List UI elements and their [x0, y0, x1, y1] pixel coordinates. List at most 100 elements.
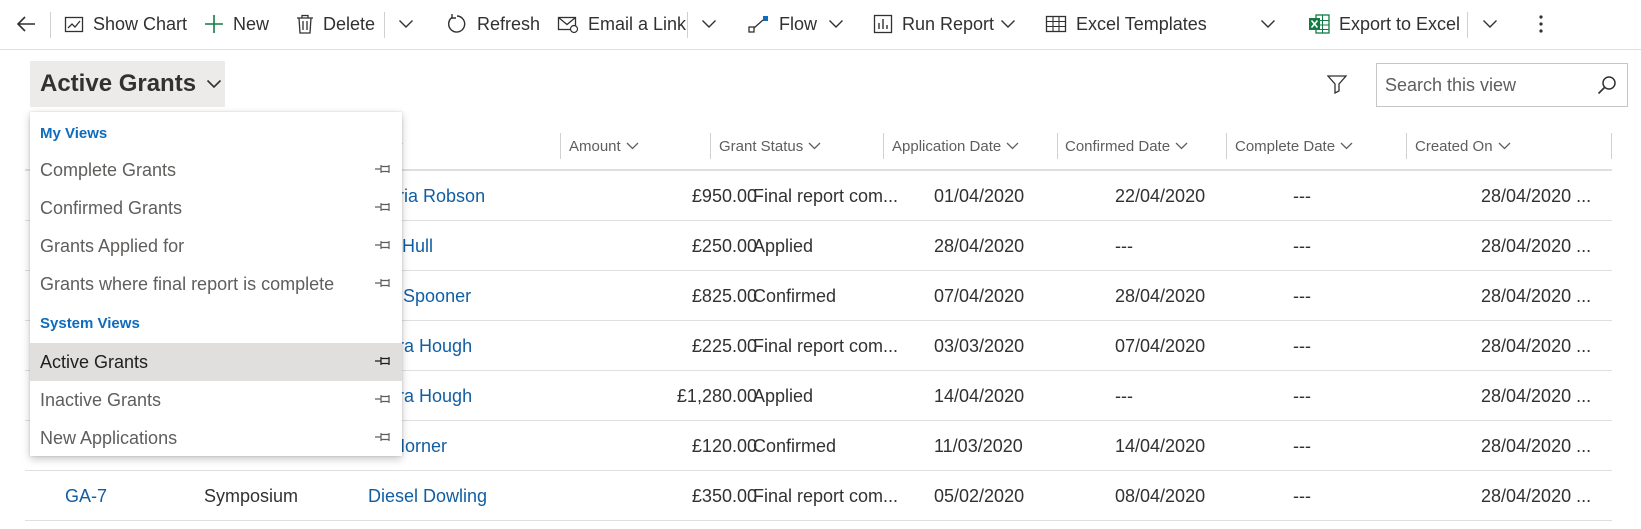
flow-icon [748, 16, 768, 33]
chevron-down-icon [1175, 142, 1188, 150]
views-dropdown: My Views Complete Grants Confirmed Grant… [30, 112, 402, 456]
filter-icon [1326, 75, 1348, 95]
column-divider[interactable] [710, 133, 711, 159]
confirmed-date-cell: --- [1115, 235, 1133, 256]
column-header-complete-date[interactable]: Complete Date [1235, 125, 1353, 167]
chevron-down-icon [702, 20, 716, 28]
created-on-cell: 28/04/2020 ... [1481, 435, 1592, 456]
column-header-created-on[interactable]: Created On [1415, 125, 1511, 167]
filter-button[interactable] [1326, 74, 1348, 99]
table-row[interactable]: GA-7 Symposium Diesel Dowling £350.00 Fi… [25, 471, 1612, 521]
grant-id-link[interactable]: GA-7 [65, 471, 185, 521]
run-report-button[interactable]: Run Report [873, 0, 994, 48]
column-header-label: Confirmed Date [1065, 137, 1171, 155]
chevron-down-icon [808, 142, 821, 150]
excel-templates-icon [1045, 15, 1067, 33]
complete-date-cell: --- [1293, 185, 1311, 206]
view-option-confirmed-grants[interactable]: Confirmed Grants [30, 189, 402, 227]
refresh-button[interactable]: Refresh [446, 0, 540, 48]
export-excel-chevron[interactable] [1482, 0, 1498, 48]
command-bar: Show Chart New Delete Refresh Email a Li… [0, 0, 1641, 50]
column-divider[interactable] [1057, 133, 1058, 159]
contact-link[interactable]: Diesel Dowling [368, 471, 548, 521]
grant-status-cell: Final report com... [753, 335, 899, 356]
export-excel-label: Export to Excel [1339, 13, 1461, 34]
search-icon[interactable] [1597, 75, 1617, 95]
complete-date-cell: --- [1293, 385, 1311, 406]
view-selector-button[interactable]: Active Grants [30, 61, 225, 107]
view-option-final-report-complete[interactable]: Grants where final report is complete [30, 265, 402, 303]
application-date-cell: 05/02/2020 [934, 485, 1025, 506]
column-header-label: Complete Date [1235, 137, 1336, 155]
new-label: New [233, 13, 270, 34]
column-header-confirmed-date[interactable]: Confirmed Date [1065, 125, 1188, 167]
pin-icon[interactable] [374, 393, 392, 405]
new-button[interactable]: New [204, 0, 269, 48]
show-chart-label: Show Chart [93, 13, 188, 34]
pin-icon[interactable] [374, 355, 392, 367]
my-views-header: My Views [40, 125, 108, 142]
more-commands-chevron[interactable] [398, 0, 414, 48]
more-vertical-icon [1539, 15, 1543, 33]
email-options-chevron[interactable] [701, 0, 717, 48]
refresh-icon [448, 14, 466, 33]
application-date-cell: 28/04/2020 [934, 235, 1025, 256]
confirmed-date-cell: 22/04/2020 [1115, 185, 1206, 206]
divider [50, 12, 51, 38]
excel-templates-chevron[interactable] [1260, 0, 1276, 48]
created-on-cell: 28/04/2020 ... [1481, 185, 1592, 206]
grant-status-cell: Confirmed [753, 435, 837, 456]
column-header-amount[interactable]: Amount [569, 125, 639, 167]
view-option-active-grants[interactable]: Active Grants [30, 343, 402, 381]
more-options-button[interactable] [1538, 0, 1544, 48]
flow-chevron[interactable] [828, 0, 844, 48]
chevron-down-icon [399, 20, 413, 28]
column-header-application-date[interactable]: Application Date [892, 125, 1019, 167]
pin-icon[interactable] [374, 431, 392, 443]
pin-icon[interactable] [374, 201, 392, 213]
pin-icon[interactable] [374, 163, 392, 175]
amount-cell: £1,280.00 [676, 385, 757, 406]
complete-date-cell: --- [1293, 235, 1311, 256]
back-arrow-icon [16, 16, 35, 32]
created-on-cell: 28/04/2020 ... [1481, 285, 1592, 306]
chevron-down-icon [1006, 142, 1019, 150]
column-header-grant-status[interactable]: Grant Status [719, 125, 821, 167]
back-button[interactable] [15, 0, 37, 48]
excel-icon [1309, 14, 1330, 34]
show-chart-button[interactable]: Show Chart [64, 0, 187, 48]
column-divider[interactable] [1406, 133, 1407, 159]
excel-templates-label: Excel Templates [1076, 13, 1207, 34]
view-option-label: Active Grants [40, 351, 149, 372]
column-divider[interactable] [1226, 133, 1227, 159]
export-excel-button[interactable]: Export to Excel [1308, 0, 1460, 48]
view-option-grants-applied-for[interactable]: Grants Applied for [30, 227, 402, 265]
grant-status-cell: Confirmed [753, 285, 837, 306]
search-input[interactable]: Search this view [1376, 63, 1628, 107]
column-header-label: Amount [569, 137, 621, 155]
chevron-down-icon [829, 20, 843, 28]
view-option-inactive-grants[interactable]: Inactive Grants [30, 381, 402, 419]
confirmed-date-cell: 14/04/2020 [1115, 435, 1206, 456]
view-option-complete-grants[interactable]: Complete Grants [30, 151, 402, 189]
flow-button[interactable]: Flow [748, 0, 817, 48]
column-divider[interactable] [560, 133, 561, 159]
chevron-down-icon [1340, 142, 1353, 150]
excel-templates-button[interactable]: Excel Templates [1045, 0, 1207, 48]
application-date-cell: 01/04/2020 [934, 185, 1025, 206]
amount-cell: £350.00 [691, 485, 757, 506]
run-report-chevron[interactable] [1000, 0, 1016, 48]
pin-icon[interactable] [374, 239, 392, 251]
trash-icon [297, 14, 313, 34]
column-divider[interactable] [883, 133, 884, 159]
confirmed-date-cell: --- [1115, 385, 1133, 406]
complete-date-cell: --- [1293, 285, 1311, 306]
delete-button[interactable]: Delete [296, 0, 375, 48]
plus-icon [205, 15, 223, 33]
system-views-header: System Views [40, 315, 140, 332]
view-option-new-applications[interactable]: New Applications [30, 419, 402, 457]
column-divider[interactable] [1611, 133, 1612, 159]
pin-icon[interactable] [374, 277, 392, 289]
view-option-label: Complete Grants [40, 159, 177, 180]
email-link-button[interactable]: Email a Link [557, 0, 686, 48]
